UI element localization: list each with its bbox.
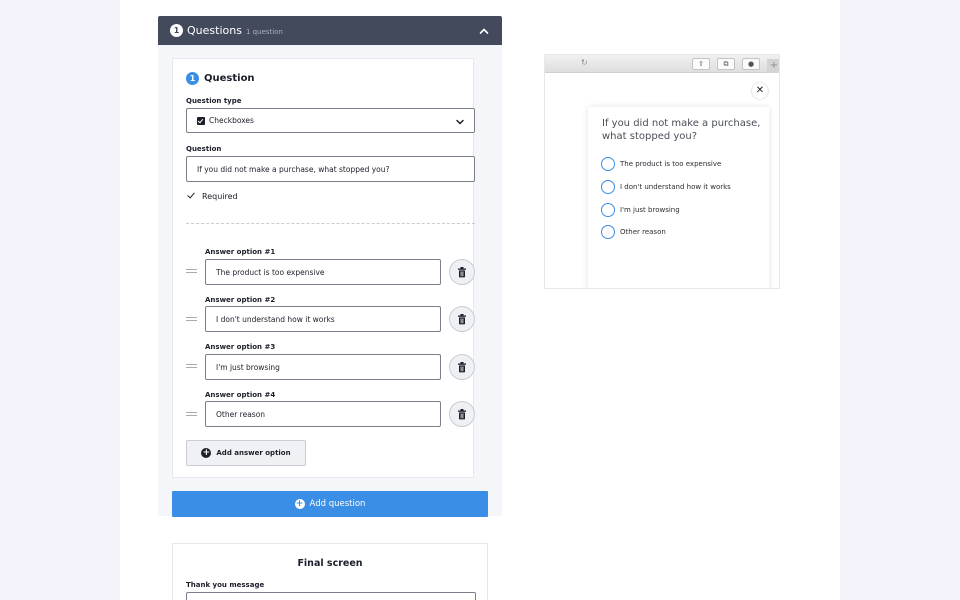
preview-option[interactable]: The product is too expensive bbox=[601, 157, 721, 171]
required-checkbox[interactable]: Required bbox=[186, 191, 238, 201]
add-answer-option-label: Add answer option bbox=[216, 449, 291, 457]
answer-option-value: I'm just browsing bbox=[216, 362, 280, 372]
plus-circle-icon: + bbox=[294, 499, 305, 509]
question-heading-text: Question bbox=[204, 73, 255, 84]
section-divider bbox=[186, 223, 475, 224]
preview-option-label: I don't understand how it works bbox=[620, 183, 731, 191]
radio-circle-icon bbox=[601, 203, 615, 217]
delete-option-button[interactable] bbox=[449, 259, 475, 285]
share-icon[interactable]: ⇧ bbox=[692, 58, 710, 70]
questions-section-title: Questions bbox=[187, 24, 242, 37]
question-text-input[interactable]: If you did not make a purchase, what sto… bbox=[186, 156, 475, 182]
preview-option[interactable]: Other reason bbox=[601, 225, 666, 239]
drag-handle-icon[interactable] bbox=[186, 412, 197, 416]
preview-question: If you did not make a purchase, what sto… bbox=[602, 118, 761, 142]
thank-you-label: Thank you message bbox=[186, 581, 265, 589]
question-type-select[interactable]: Checkboxes bbox=[186, 108, 475, 133]
question-text-label: Question bbox=[186, 145, 222, 153]
answer-option-label: Answer option #2 bbox=[205, 296, 276, 304]
questions-section-number: 1 bbox=[170, 24, 183, 37]
checkbox-icon bbox=[197, 116, 205, 125]
question-number-badge: 1 bbox=[186, 72, 199, 85]
trash-icon bbox=[458, 313, 466, 324]
add-answer-option-button[interactable]: + Add answer option bbox=[186, 440, 306, 466]
final-screen-card: Final screen Thank you message bbox=[172, 543, 488, 600]
preview-option[interactable]: I don't understand how it works bbox=[601, 180, 731, 194]
question-type-label: Question type bbox=[186, 97, 242, 105]
delete-option-button[interactable] bbox=[449, 354, 475, 380]
radio-circle-icon bbox=[601, 180, 615, 194]
thank-you-input[interactable] bbox=[186, 592, 476, 600]
question-card: 1 Question Question type Checkboxes Ques… bbox=[172, 58, 475, 478]
editor-canvas: 1 Questions 1 question 1 Question Questi… bbox=[120, 0, 840, 600]
close-icon[interactable]: ✕ bbox=[752, 83, 768, 99]
add-question-button[interactable]: + Add question bbox=[172, 491, 488, 517]
preview-option-label: Other reason bbox=[620, 228, 666, 236]
add-question-label: Add question bbox=[309, 499, 366, 509]
tabs-icon[interactable]: ⧉ bbox=[717, 58, 735, 70]
drag-handle-icon[interactable] bbox=[186, 269, 197, 273]
question-text-value: If you did not make a purchase, what sto… bbox=[197, 164, 390, 174]
chevron-up-icon[interactable] bbox=[478, 25, 490, 37]
answer-option-input[interactable]: Other reason bbox=[205, 401, 441, 427]
preview-option-label: I'm just browsing bbox=[620, 206, 680, 214]
answer-option-label: Answer option #3 bbox=[205, 343, 276, 351]
answer-option-value: The product is too expensive bbox=[216, 267, 325, 277]
checkmark-icon bbox=[186, 191, 196, 201]
answer-option-label: Answer option #4 bbox=[205, 391, 276, 399]
radio-circle-icon bbox=[601, 157, 615, 171]
answer-option-input[interactable]: I'm just browsing bbox=[205, 354, 441, 380]
questions-section-header[interactable]: 1 Questions 1 question bbox=[158, 16, 502, 45]
question-type-value: Checkboxes bbox=[209, 116, 254, 125]
trash-icon bbox=[458, 361, 466, 372]
final-screen-title: Final screen bbox=[297, 558, 363, 569]
survey-popup: If you did not make a purchase, what sto… bbox=[588, 107, 769, 288]
delete-option-button[interactable] bbox=[449, 306, 475, 332]
answer-option-input[interactable]: I don't understand how it works bbox=[205, 306, 441, 332]
browser-toolbar: ↻ ⇧ ⧉ ● + bbox=[545, 55, 779, 73]
drag-handle-icon[interactable] bbox=[186, 317, 197, 321]
preview-option[interactable]: I'm just browsing bbox=[601, 203, 680, 217]
radio-circle-icon bbox=[601, 225, 615, 239]
preview-option-label: The product is too expensive bbox=[620, 160, 722, 168]
plus-circle-icon: + bbox=[201, 448, 212, 458]
question-heading: 1 Question bbox=[186, 72, 255, 85]
trash-icon bbox=[458, 408, 466, 419]
drag-handle-icon[interactable] bbox=[186, 364, 197, 368]
survey-preview: ↻ ⇧ ⧉ ● + ✕ If you did not make a purcha… bbox=[544, 54, 780, 289]
questions-panel: 1 Question Question type Checkboxes Ques… bbox=[158, 45, 502, 516]
questions-count: 1 question bbox=[245, 27, 283, 36]
download-icon[interactable]: ● bbox=[742, 58, 760, 70]
answer-option-input[interactable]: The product is too expensive bbox=[205, 259, 441, 285]
answer-option-value: Other reason bbox=[216, 409, 266, 419]
chevron-down-icon bbox=[456, 119, 464, 125]
reload-icon[interactable]: ↻ bbox=[581, 58, 588, 67]
new-tab-icon[interactable]: + bbox=[767, 59, 779, 73]
answer-option-value: I don't understand how it works bbox=[216, 314, 335, 324]
answer-option-label: Answer option #1 bbox=[205, 248, 276, 256]
required-label: Required bbox=[202, 191, 238, 201]
delete-option-button[interactable] bbox=[449, 401, 475, 427]
trash-icon bbox=[458, 266, 466, 277]
